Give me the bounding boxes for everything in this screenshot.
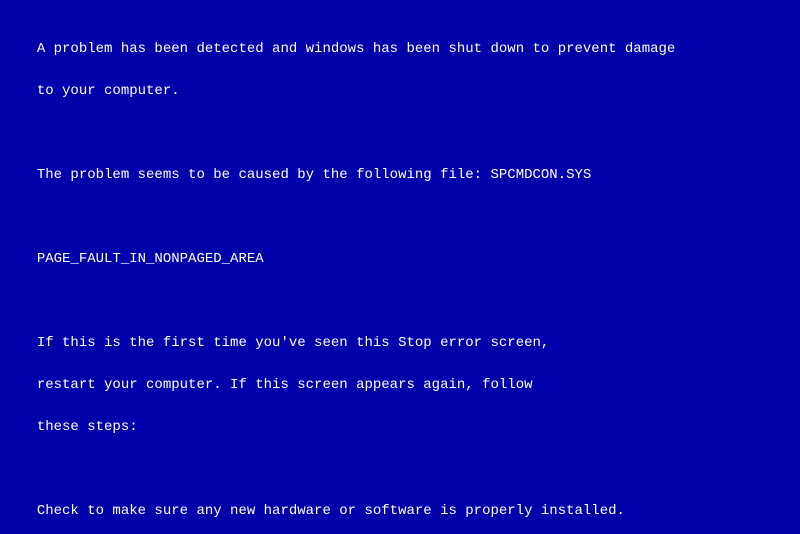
bsod-screen: A problem has been detected and windows … xyxy=(0,0,800,534)
bsod-line12: Check to make sure any new hardware or s… xyxy=(37,503,625,519)
bsod-line1: A problem has been detected and windows … xyxy=(37,41,676,57)
bsod-line8: If this is the first time you've seen th… xyxy=(37,335,549,351)
bsod-line10: these steps: xyxy=(37,419,138,435)
bsod-line4: The problem seems to be caused by the fo… xyxy=(37,167,592,183)
bsod-line9: restart your computer. If this screen ap… xyxy=(37,377,533,393)
bsod-line6: PAGE_FAULT_IN_NONPAGED_AREA xyxy=(37,251,264,267)
bsod-line2: to your computer. xyxy=(37,83,180,99)
